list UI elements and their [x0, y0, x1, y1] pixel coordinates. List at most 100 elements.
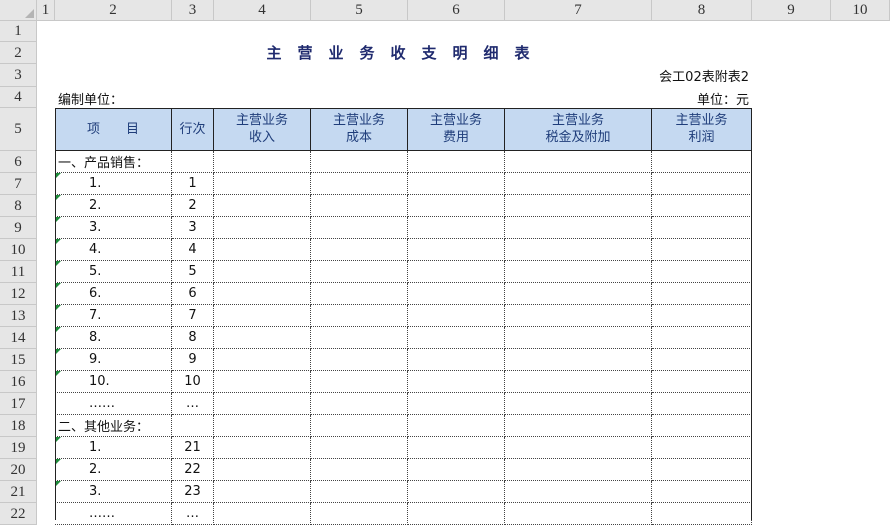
amount-cell[interactable] [505, 217, 652, 239]
row-header[interactable]: 22 [0, 503, 37, 525]
amount-cell[interactable] [505, 173, 652, 195]
amount-cell[interactable] [311, 283, 408, 305]
amount-cell[interactable] [652, 305, 752, 327]
row-header[interactable]: 19 [0, 437, 37, 459]
row-header[interactable]: 14 [0, 327, 37, 349]
amount-cell[interactable] [408, 173, 505, 195]
line-number-cell[interactable]: 10 [172, 371, 214, 393]
amount-cell[interactable] [652, 459, 752, 481]
item-cell[interactable]: 4. [55, 239, 172, 261]
amount-cell[interactable] [652, 371, 752, 393]
column-header[interactable]: 9 [752, 0, 831, 21]
amount-cell[interactable] [652, 283, 752, 305]
row-header[interactable]: 17 [0, 393, 37, 415]
amount-cell[interactable] [214, 195, 311, 217]
column-header[interactable]: 2 [55, 0, 172, 21]
amount-cell[interactable] [408, 239, 505, 261]
row-header[interactable]: 3 [0, 64, 37, 87]
item-cell[interactable]: 二、其他业务： [55, 415, 172, 437]
amount-cell[interactable] [505, 371, 652, 393]
line-number-cell[interactable]: … [172, 393, 214, 415]
amount-cell[interactable] [214, 459, 311, 481]
amount-cell[interactable] [408, 283, 505, 305]
amount-cell[interactable] [311, 173, 408, 195]
amount-cell[interactable] [311, 239, 408, 261]
column-header[interactable]: 10 [831, 0, 890, 21]
amount-cell[interactable] [652, 173, 752, 195]
amount-cell[interactable] [214, 481, 311, 503]
amount-cell[interactable] [214, 151, 311, 173]
amount-cell[interactable] [311, 151, 408, 173]
amount-cell[interactable] [652, 503, 752, 525]
table-header-cell[interactable]: 项 目 [55, 108, 172, 151]
amount-cell[interactable] [214, 327, 311, 349]
row-header[interactable]: 6 [0, 151, 37, 173]
column-header[interactable]: 5 [311, 0, 408, 21]
row-header[interactable]: 2 [0, 42, 37, 64]
item-cell[interactable]: 9. [55, 349, 172, 371]
amount-cell[interactable] [311, 459, 408, 481]
column-header[interactable]: 7 [505, 0, 652, 21]
row-header[interactable]: 1 [0, 21, 37, 42]
amount-cell[interactable] [652, 151, 752, 173]
amount-cell[interactable] [408, 393, 505, 415]
amount-cell[interactable] [652, 239, 752, 261]
amount-cell[interactable] [408, 349, 505, 371]
item-cell[interactable]: 2. [55, 195, 172, 217]
amount-cell[interactable] [505, 261, 652, 283]
amount-cell[interactable] [408, 195, 505, 217]
amount-cell[interactable] [652, 349, 752, 371]
line-number-cell[interactable]: 7 [172, 305, 214, 327]
row-header[interactable]: 15 [0, 349, 37, 371]
amount-cell[interactable] [214, 415, 311, 437]
row-header[interactable]: 9 [0, 217, 37, 239]
column-header[interactable]: 4 [214, 0, 311, 21]
table-header-cell[interactable]: 主营业务 费用 [408, 108, 505, 151]
amount-cell[interactable] [214, 261, 311, 283]
amount-cell[interactable] [408, 481, 505, 503]
table-header-cell[interactable]: 主营业务 税金及附加 [505, 108, 652, 151]
currency-unit-label[interactable]: 单位：元 [697, 89, 749, 108]
amount-cell[interactable] [652, 261, 752, 283]
line-number-cell[interactable]: 5 [172, 261, 214, 283]
column-header[interactable]: 3 [172, 0, 214, 21]
amount-cell[interactable] [408, 151, 505, 173]
item-cell[interactable]: 2. [55, 459, 172, 481]
item-cell[interactable]: 8. [55, 327, 172, 349]
line-number-cell[interactable]: 4 [172, 239, 214, 261]
amount-cell[interactable] [214, 239, 311, 261]
amount-cell[interactable] [505, 151, 652, 173]
row-header[interactable]: 11 [0, 261, 37, 283]
table-header-cell[interactable]: 主营业务 利润 [652, 108, 752, 151]
column-header[interactable]: 1 [37, 0, 55, 21]
item-cell[interactable]: 1. [55, 437, 172, 459]
amount-cell[interactable] [311, 393, 408, 415]
amount-cell[interactable] [652, 393, 752, 415]
line-number-cell[interactable]: 9 [172, 349, 214, 371]
amount-cell[interactable] [505, 283, 652, 305]
row-header[interactable]: 18 [0, 415, 37, 437]
amount-cell[interactable] [311, 437, 408, 459]
amount-cell[interactable] [408, 503, 505, 525]
amount-cell[interactable] [408, 217, 505, 239]
row-header[interactable]: 20 [0, 459, 37, 481]
amount-cell[interactable] [505, 305, 652, 327]
amount-cell[interactable] [652, 481, 752, 503]
select-all-corner[interactable] [0, 0, 37, 21]
report-title[interactable]: 主营业务收支明细表 [214, 42, 598, 64]
row-header[interactable]: 4 [0, 87, 37, 108]
amount-cell[interactable] [214, 173, 311, 195]
item-cell[interactable]: …… [55, 393, 172, 415]
amount-cell[interactable] [408, 459, 505, 481]
table-header-cell[interactable]: 主营业务 成本 [311, 108, 408, 151]
item-cell[interactable]: 一、产品销售： [55, 151, 172, 173]
amount-cell[interactable] [652, 327, 752, 349]
line-number-cell[interactable] [172, 415, 214, 437]
amount-cell[interactable] [408, 261, 505, 283]
item-cell[interactable]: 7. [55, 305, 172, 327]
amount-cell[interactable] [505, 239, 652, 261]
line-number-cell[interactable]: 22 [172, 459, 214, 481]
amount-cell[interactable] [505, 195, 652, 217]
amount-cell[interactable] [311, 261, 408, 283]
row-header[interactable]: 10 [0, 239, 37, 261]
